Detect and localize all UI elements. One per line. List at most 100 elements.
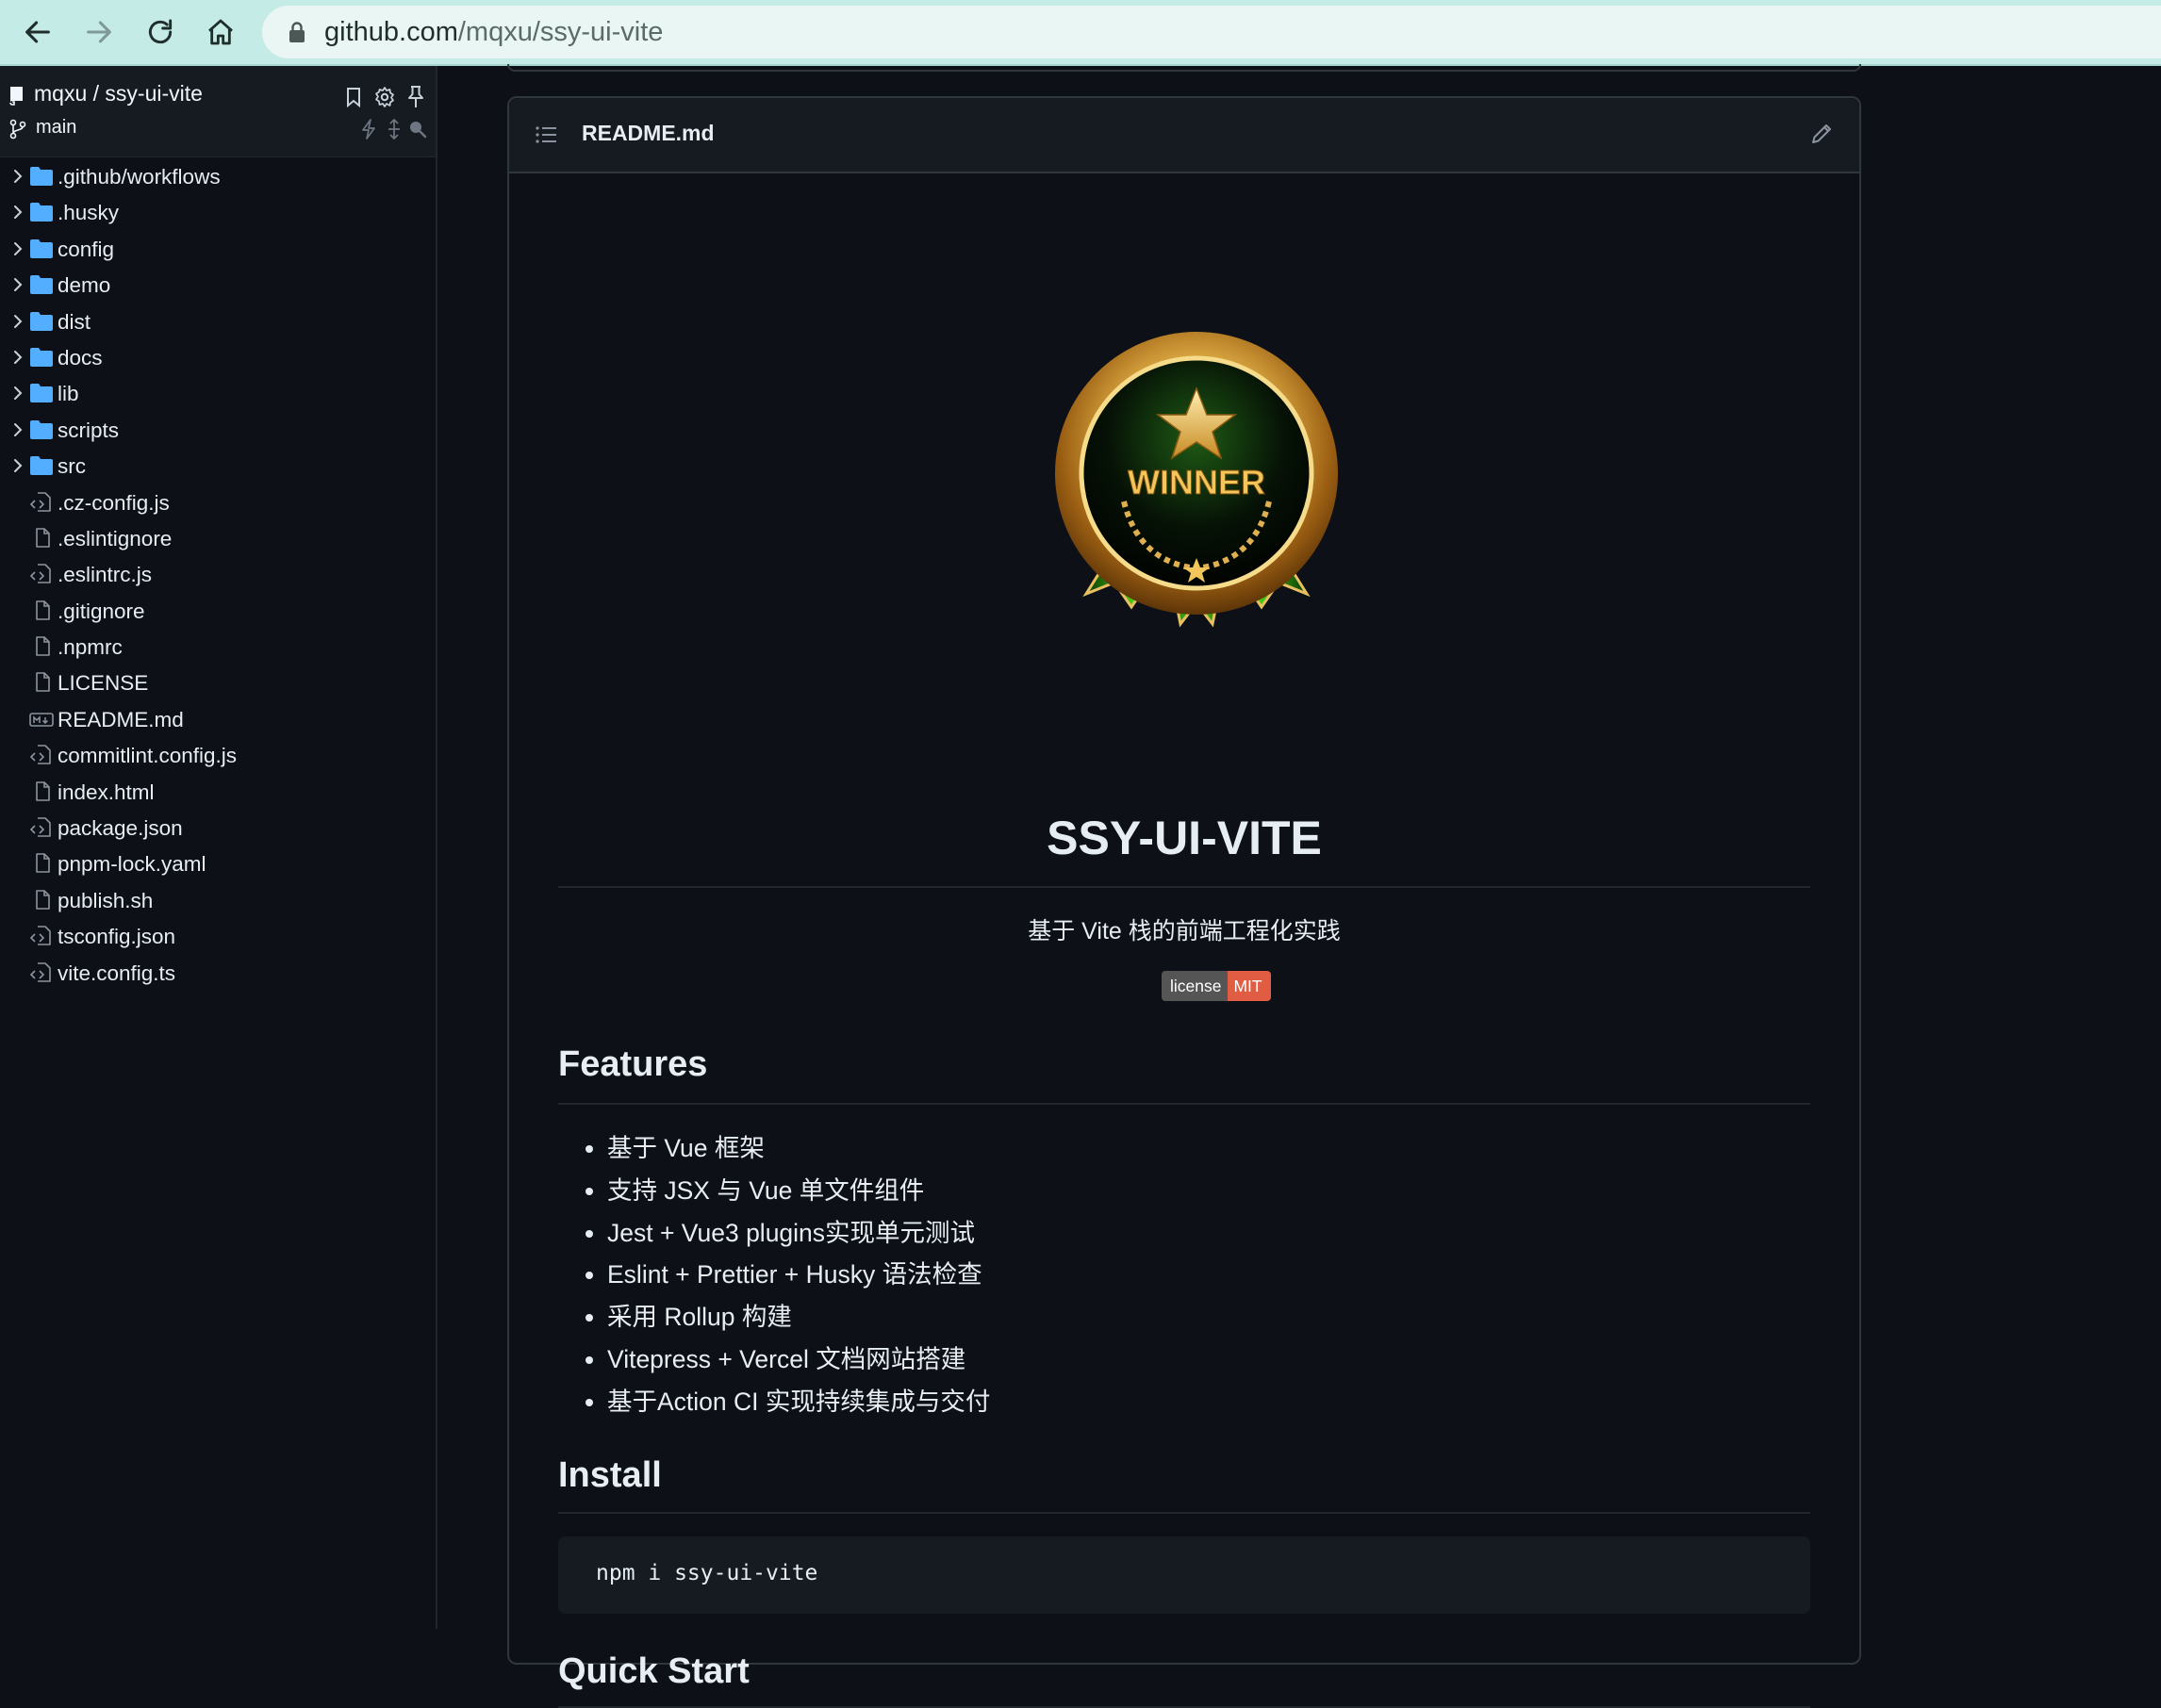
branch-selector[interactable]: main	[36, 117, 76, 139]
tree-file[interactable]: README.md	[0, 701, 436, 737]
code-file-icon	[29, 926, 51, 946]
lightning-icon[interactable]	[356, 117, 381, 141]
tree-folder[interactable]: demo	[0, 267, 436, 303]
folder-icon	[30, 384, 53, 403]
medal-text: WINNER	[1128, 463, 1265, 501]
file-icon	[36, 599, 50, 620]
folder-icon	[30, 203, 53, 222]
file-icon	[36, 890, 50, 910]
chevron-right-icon[interactable]	[9, 204, 26, 221]
address-bar[interactable]: github.com/mqxu/ssy-ui-vite	[262, 6, 2161, 58]
lock-icon[interactable]	[283, 18, 311, 46]
chevron-right-icon[interactable]	[9, 168, 26, 185]
feature-item: 支持 JSX 与 Vue 单文件组件	[558, 1170, 1810, 1212]
branch-icon	[9, 119, 26, 140]
repo-icon	[9, 87, 23, 106]
tree-folder[interactable]: .husky	[0, 194, 436, 230]
file-icon	[36, 528, 50, 548]
tree-folder[interactable]: docs	[0, 339, 436, 375]
chevron-right-icon[interactable]	[9, 276, 26, 293]
pin-icon[interactable]	[404, 85, 428, 109]
readme-filename[interactable]: README.md	[582, 121, 715, 146]
install-heading: Install	[558, 1455, 662, 1495]
tree-file[interactable]: .cz-config.js	[0, 484, 436, 520]
chevron-right-icon[interactable]	[9, 457, 26, 474]
tree-item-label: package.json	[58, 816, 183, 841]
tree-file[interactable]: LICENSE	[0, 665, 436, 700]
tree-item-label: commitlint.config.js	[58, 744, 238, 768]
tree-item-label: README.md	[58, 707, 184, 731]
code-file-icon	[29, 745, 51, 765]
tree-item-label: scripts	[58, 418, 120, 442]
reload-icon[interactable]	[138, 9, 183, 55]
chevron-right-icon[interactable]	[9, 349, 26, 366]
file-icon	[36, 636, 50, 656]
tree-file[interactable]: .gitignore	[0, 593, 436, 629]
tree-file[interactable]: pnpm-lock.yaml	[0, 846, 436, 881]
code-file-icon	[29, 817, 51, 837]
pencil-icon[interactable]	[1808, 121, 1835, 147]
license-badge[interactable]: license MIT	[1162, 971, 1271, 1001]
divider	[558, 1512, 1810, 1514]
tree-file[interactable]: .eslintrc.js	[0, 556, 436, 592]
tree-item-label: .github/workflows	[58, 165, 221, 189]
bookmark-icon[interactable]	[341, 85, 366, 109]
tree-file[interactable]: vite.config.ts	[0, 955, 436, 991]
code-file-icon	[29, 564, 51, 584]
install-command: npm i ssy-ui-vite	[596, 1561, 818, 1585]
repo-name-link[interactable]: mqxu / ssy-ui-vite	[34, 81, 203, 107]
file-tree-sidebar: mqxu / ssy-ui-vite main .github/workflow…	[0, 66, 437, 1629]
file-icon	[36, 672, 50, 693]
list-icon[interactable]	[534, 123, 558, 147]
quickstart-heading: Quick Start	[558, 1651, 750, 1691]
chevron-right-icon[interactable]	[9, 385, 26, 402]
tree-file[interactable]: commitlint.config.js	[0, 737, 436, 773]
badge-label: license	[1162, 971, 1229, 1001]
search-icon[interactable]	[405, 117, 430, 141]
folder-icon	[30, 238, 53, 258]
tree-folder[interactable]: dist	[0, 304, 436, 339]
tree-folder[interactable]: config	[0, 231, 436, 267]
feature-item: Eslint + Prettier + Husky 语法检查	[558, 1254, 1810, 1296]
features-heading: Features	[558, 1044, 708, 1084]
tree-item-label: .eslintignore	[58, 526, 173, 550]
browser-toolbar: github.com/mqxu/ssy-ui-vite	[0, 0, 2161, 66]
tree-item-label: src	[58, 454, 86, 479]
divider	[558, 886, 1810, 888]
tree-folder[interactable]: src	[0, 448, 436, 484]
folder-icon	[30, 456, 53, 476]
tree-file[interactable]: package.json	[0, 810, 436, 846]
feature-item: 基于 Vue 框架	[558, 1127, 1810, 1170]
tree-folder[interactable]: scripts	[0, 412, 436, 448]
url-text[interactable]: github.com/mqxu/ssy-ui-vite	[324, 17, 663, 48]
divider	[558, 1103, 1810, 1105]
tree-file[interactable]: tsconfig.json	[0, 918, 436, 954]
tree-item-label: publish.sh	[58, 888, 154, 912]
home-icon[interactable]	[198, 9, 243, 55]
file-icon	[36, 780, 50, 801]
tree-file[interactable]: publish.sh	[0, 882, 436, 918]
code-file-icon	[29, 961, 51, 982]
tree-file[interactable]: .npmrc	[0, 629, 436, 665]
folder-icon	[30, 419, 53, 439]
tree-folder[interactable]: lib	[0, 375, 436, 411]
tree-item-label: .cz-config.js	[58, 490, 170, 515]
install-code-block[interactable]: npm i ssy-ui-vite	[558, 1536, 1810, 1614]
chevron-right-icon[interactable]	[9, 313, 26, 330]
expand-collapse-icon[interactable]	[382, 117, 406, 141]
tree-item-label: .eslintrc.js	[58, 563, 153, 587]
gear-icon[interactable]	[372, 85, 397, 109]
chevron-right-icon[interactable]	[9, 240, 26, 257]
tree-item-label: index.html	[58, 780, 155, 804]
tree-file[interactable]: index.html	[0, 774, 436, 810]
back-arrow-icon[interactable]	[15, 9, 60, 55]
tree-folder[interactable]: .github/workflows	[0, 158, 436, 194]
chevron-right-icon[interactable]	[9, 421, 26, 438]
file-icon	[36, 853, 50, 874]
tree-file[interactable]: .eslintignore	[0, 520, 436, 556]
tree-item-label: dist	[58, 309, 91, 334]
forward-arrow-icon[interactable]	[76, 9, 122, 55]
tree-item-label: docs	[58, 345, 103, 370]
tree-item-label: lib	[58, 382, 79, 406]
code-file-icon	[29, 491, 51, 512]
